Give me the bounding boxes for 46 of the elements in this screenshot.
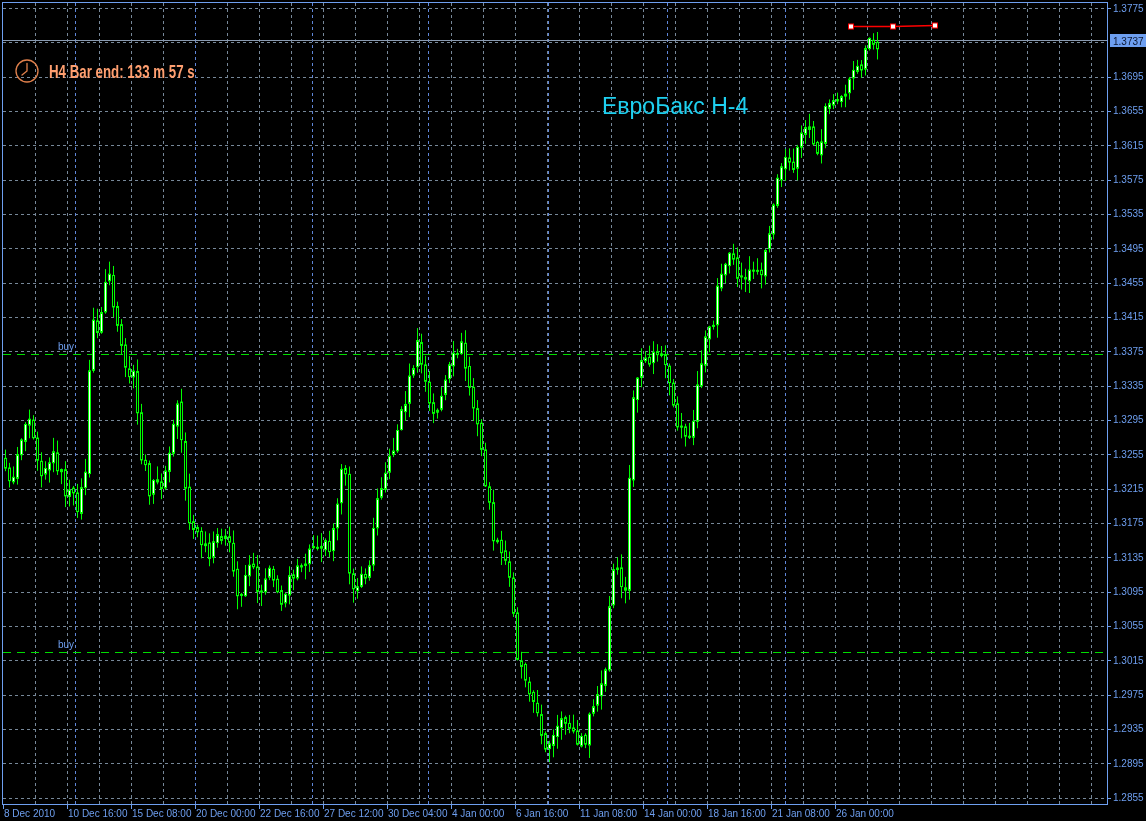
price-label: 1.2895	[1113, 757, 1144, 769]
time-label: 18 Jan 16:00	[708, 808, 766, 819]
time-label: 27 Dec 12:00	[324, 808, 384, 819]
price-label: 1.3375	[1113, 345, 1144, 357]
price-label: 1.3255	[1113, 448, 1144, 460]
handle-icon[interactable]	[932, 22, 938, 29]
time-label: 26 Jan 00:00	[836, 808, 894, 819]
price-label: 1.2975	[1113, 689, 1144, 701]
price-label: 1.3695	[1113, 71, 1144, 83]
chart-title: ЕвроБакс Н-4	[602, 93, 749, 120]
price-label: 1.3575	[1113, 174, 1144, 186]
price-label: 1.3135	[1113, 551, 1144, 563]
order-label: buy	[58, 340, 75, 352]
time-label: 6 Jan 16:00	[516, 808, 569, 819]
current-price-tag: 1.3737	[1110, 34, 1146, 47]
price-label: 1.3415	[1113, 311, 1144, 323]
time-label: 4 Jan 00:00	[452, 808, 505, 819]
price-label: 1.3015	[1113, 654, 1144, 666]
time-label: 21 Jan 08:00	[772, 808, 830, 819]
handle-icon[interactable]	[890, 23, 896, 30]
time-label: 30 Dec 04:00	[388, 808, 448, 819]
order-label: buy	[58, 638, 75, 650]
price-label: 1.3175	[1113, 517, 1144, 529]
handle-icon[interactable]	[848, 23, 854, 30]
price-label: 1.3335	[1113, 380, 1144, 392]
price-label: 1.3055	[1113, 620, 1144, 632]
price-label: 1.3455	[1113, 277, 1144, 289]
price-label: 1.3215	[1113, 483, 1144, 495]
price-label: 1.3495	[1113, 242, 1144, 254]
price-label: 1.3295	[1113, 414, 1144, 426]
price-label: 1.3095	[1113, 586, 1144, 598]
time-label: 11 Jan 08:00	[580, 808, 638, 819]
price-label: 1.2935	[1113, 723, 1144, 735]
time-label: 8 Dec 2010	[4, 808, 56, 819]
time-label: 20 Dec 00:00	[196, 808, 256, 819]
time-label: 10 Dec 16:00	[68, 808, 128, 819]
clock-icon	[15, 59, 39, 83]
time-label: 14 Jan 00:00	[644, 808, 702, 819]
time-label: 22 Dec 16:00	[260, 808, 320, 819]
bar-timer-text: H4 Bar end: 133 m 57 s	[49, 61, 195, 81]
price-label: 1.3775	[1113, 2, 1144, 14]
price-label: 1.2855	[1113, 792, 1144, 804]
price-label: 1.3535	[1113, 208, 1144, 220]
price-label: 1.3615	[1113, 139, 1144, 151]
time-label: 15 Dec 08:00	[132, 808, 192, 819]
price-label: 1.3655	[1113, 105, 1144, 117]
